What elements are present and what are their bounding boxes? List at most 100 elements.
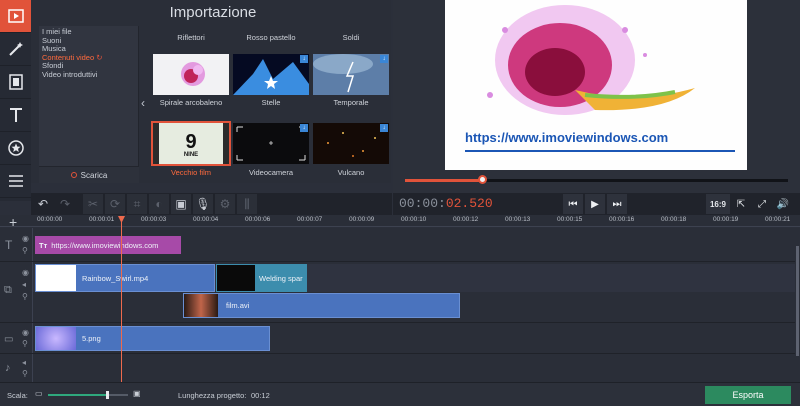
content-grid: Riflettori Rosso pastello Soldi Spirale … [151,26,391,183]
title-track: Tт https://www.imoviewindows.com [33,236,795,254]
link-icon[interactable]: ⚲ [22,369,28,378]
thumb-caption: NINE [183,152,199,158]
undo-icon[interactable]: ↶ [33,194,53,214]
tile-spirale-arcobaleno[interactable] [153,54,229,95]
download-icon[interactable]: ↓ [380,124,388,132]
ruler-tick: 00:00:00 [37,216,63,223]
download-icon[interactable]: ↓ [300,124,308,132]
download-button[interactable]: Scarica [39,166,139,183]
playback-bar: 00:00:02.520 ⏮ ▶ ⏭ 16:9 ⇱ ⤢ 🔊 [393,193,800,215]
microphone-icon[interactable]: 🎙 [193,194,213,214]
timeline-scrollbar[interactable] [795,228,800,382]
clip-thumbnail [184,294,218,317]
gear-icon[interactable]: ⚙ [215,194,235,214]
playhead[interactable] [121,216,122,382]
eye-icon[interactable]: ◉ [22,234,29,243]
fullscreen-icon[interactable]: ⤢ [752,194,772,214]
previous-frame-icon[interactable]: ⏮ [563,194,583,214]
download-icon[interactable]: ↓ [380,55,388,63]
zoom-slider[interactable] [48,391,128,399]
equalizer-icon[interactable]: ⫼ [237,194,257,214]
title-clip[interactable]: Tт https://www.imoviewindows.com [35,236,181,254]
tile-stelle[interactable]: ↓ [233,54,309,95]
ruler-tick: 00:00:19 [713,216,739,223]
category-item[interactable]: Video introduttivi [42,70,138,80]
crop-icon[interactable]: ⌗ [127,194,147,214]
clip-label: 5.png [82,334,101,343]
title-track-icon: T [5,238,13,252]
eye-icon[interactable]: ◉ [22,268,29,277]
detach-preview-icon[interactable]: ⇱ [731,194,751,214]
video-clip[interactable]: Rainbow_Swirl.mp4 [35,264,215,292]
video-track-header: ⧉ ◉ ◂ ⚲ [0,262,33,322]
track-divider [0,261,800,262]
tile-label: Riflettori [177,33,205,42]
seek-handle[interactable] [477,175,487,184]
color-adjust-icon[interactable]: ◐ [149,194,169,214]
zoom-in-icon[interactable]: ▣ [133,389,141,398]
storm-thumbnail [313,54,389,95]
ruler-tick: 00:00:03 [141,216,167,223]
clip-label: Welding spar [259,273,303,283]
aspect-ratio-button[interactable]: 16:9 [706,194,730,214]
image-clip[interactable]: 5.png [35,326,270,351]
video-clip[interactable]: Welding spar [216,264,307,292]
stickers-tool-button[interactable] [0,132,31,165]
cut-icon[interactable]: ✂ [83,194,103,214]
tile-vulcano[interactable]: ↓ [313,123,389,164]
video-preview: https://www.imoviewindows.com [445,0,747,170]
ruler-tick: 00:00:01 [89,216,115,223]
tile-videocamera[interactable]: ↓ [233,123,309,164]
tile-temporale[interactable]: ↓ [313,54,389,95]
volume-icon[interactable]: ◂ [22,280,26,289]
rotate-icon[interactable]: ⟳ [105,194,125,214]
ruler-tick: 00:00:04 [193,216,219,223]
more-tools-button[interactable] [0,165,31,198]
camcorder-thumbnail [233,123,309,164]
project-length-label: Lunghezza progetto: [178,391,247,400]
music-note-icon: ♪ [5,362,11,374]
titles-tool-button[interactable] [0,99,31,132]
video-clip[interactable]: film.avi [183,293,460,318]
download-status-icon [70,172,77,178]
video-track-main: Rainbow_Swirl.mp4 Welding spar [33,264,795,292]
export-button[interactable]: Esporta [705,386,791,404]
volume-icon[interactable]: ◂ [22,358,26,367]
redo-icon[interactable]: ↷ [55,194,75,214]
zoom-out-icon[interactable]: ▭ [35,389,43,398]
transitions-tool-button[interactable] [0,66,31,99]
tile-vecchio-film[interactable]: 9 NINE [151,121,231,166]
zoom-slider-handle[interactable] [106,391,109,399]
download-icon[interactable]: ↓ [300,55,308,63]
tile-label-selected: Vecchio film [170,168,212,177]
import-panel: Importazione I miei file Suoni Musica Co… [31,0,416,183]
star-badge-icon [7,140,24,156]
video-track-icon: ⧉ [4,284,12,296]
image-icon[interactable]: ▣ [171,194,191,214]
next-frame-icon[interactable]: ⏭ [607,194,627,214]
link-icon[interactable]: ⚲ [22,339,28,348]
video-editor-window: Importazione I miei file Suoni Musica Co… [0,0,800,406]
status-bar: Scala: ▭ ▣ Lunghezza progetto: 00:12 Esp… [0,382,800,406]
magic-wand-icon [8,42,23,56]
filters-tool-button[interactable] [0,33,31,66]
preview-panel: https://www.imoviewindows.com [393,0,800,193]
clip-label: Rainbow_Swirl.mp4 [82,273,149,283]
link-icon[interactable]: ⚲ [22,246,28,255]
preview-seek-bar[interactable] [405,175,788,184]
timeline-scrollbar-thumb[interactable] [796,246,799,356]
play-icon[interactable]: ▶ [585,194,605,214]
timecode-prefix: 00:00: [399,196,446,211]
ruler-tick: 00:00:13 [505,216,531,223]
title-track-header: T ◉ ⚲ [0,228,33,261]
clip-thumbnail [216,264,256,292]
import-tool-button[interactable] [0,0,31,33]
preview-title-text: https://www.imoviewindows.com [465,130,669,145]
tile-label: Stelle [261,98,281,107]
ruler-tick: 00:00:21 [765,216,791,223]
collapse-chevron-icon[interactable]: ‹ [141,96,145,110]
clip-label: film.avi [226,301,250,310]
eye-icon[interactable]: ◉ [22,328,29,337]
link-icon[interactable]: ⚲ [22,292,28,301]
volume-icon[interactable]: 🔊 [773,194,793,214]
